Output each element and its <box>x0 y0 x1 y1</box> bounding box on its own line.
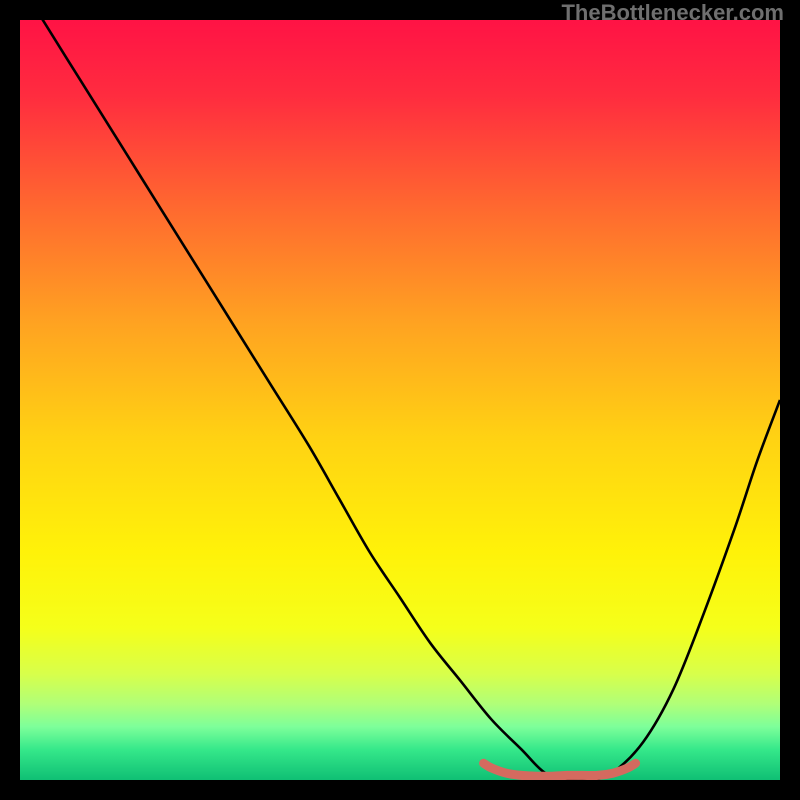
chart-frame: TheBottlenecker.com <box>0 0 800 800</box>
curve-layer <box>20 20 780 780</box>
optimum-band <box>484 763 636 776</box>
plot-area <box>20 20 780 780</box>
attribution-text: TheBottlenecker.com <box>561 0 784 26</box>
bottleneck-curve <box>20 20 780 780</box>
